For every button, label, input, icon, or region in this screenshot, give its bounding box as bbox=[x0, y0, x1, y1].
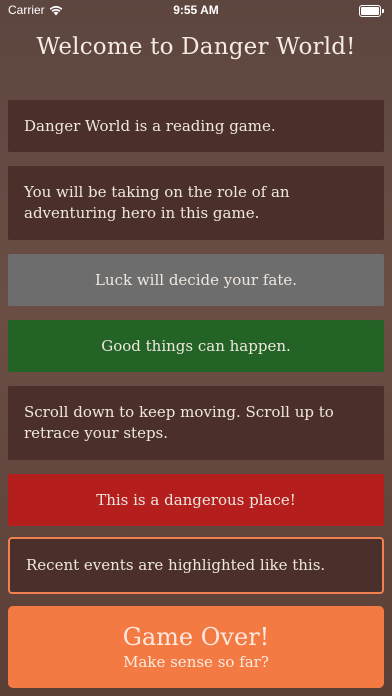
recent-event-text: Recent events are highlighted like this. bbox=[26, 556, 326, 574]
good-event-card: Good things can happen. bbox=[8, 320, 384, 372]
story-card-text: Danger World is a reading game. bbox=[24, 116, 276, 135]
story-card: Danger World is a reading game. bbox=[8, 100, 384, 152]
story-card: Scroll down to keep moving. Scroll up to… bbox=[8, 386, 384, 460]
game-over-subtitle: Make sense so far? bbox=[123, 653, 269, 671]
luck-card-text: Luck will decide your fate. bbox=[94, 270, 298, 289]
danger-event-card: This is a dangerous place! bbox=[8, 474, 384, 526]
game-over-title: Game Over! bbox=[122, 623, 270, 651]
game-over-button[interactable]: Game Over! Make sense so far? bbox=[8, 606, 384, 688]
good-event-text: Good things can happen. bbox=[101, 336, 291, 355]
status-bar: Carrier 9:55 AM bbox=[0, 0, 392, 22]
recent-event-card: Recent events are highlighted like this. bbox=[8, 537, 384, 594]
story-card-text: You will be taking on the role of an adv… bbox=[24, 183, 290, 222]
page-title: Welcome to Danger World! bbox=[36, 34, 356, 60]
story-card: You will be taking on the role of an adv… bbox=[8, 166, 384, 240]
battery-icon bbox=[359, 5, 384, 17]
danger-event-text: This is a dangerous place! bbox=[96, 490, 296, 509]
clock: 9:55 AM bbox=[173, 3, 219, 17]
luck-card: Luck will decide your fate. bbox=[8, 254, 384, 306]
story-card-text: Scroll down to keep moving. Scroll up to… bbox=[24, 403, 334, 442]
